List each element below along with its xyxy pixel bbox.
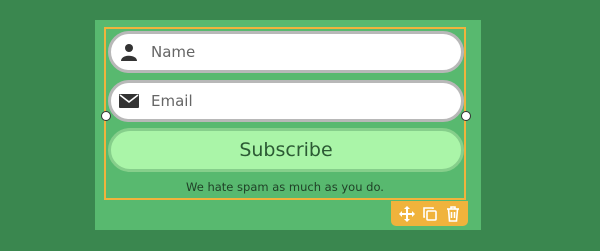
move-icon[interactable]: [398, 205, 416, 223]
editor-canvas: Subscribe We hate spam as much as you do…: [0, 0, 600, 251]
delete-icon[interactable]: [444, 205, 462, 223]
email-field[interactable]: [108, 80, 464, 122]
resize-handle-left[interactable]: [101, 111, 111, 121]
subscribe-button[interactable]: Subscribe: [108, 128, 464, 172]
duplicate-icon[interactable]: [421, 205, 439, 223]
resize-handle-right[interactable]: [461, 111, 471, 121]
name-input[interactable]: [149, 42, 443, 62]
email-input[interactable]: [149, 91, 443, 111]
spam-disclaimer: We hate spam as much as you do.: [186, 180, 384, 194]
envelope-icon: [119, 91, 139, 111]
user-icon: [119, 42, 139, 62]
name-field[interactable]: [108, 31, 464, 73]
block-toolbar: [391, 201, 468, 226]
